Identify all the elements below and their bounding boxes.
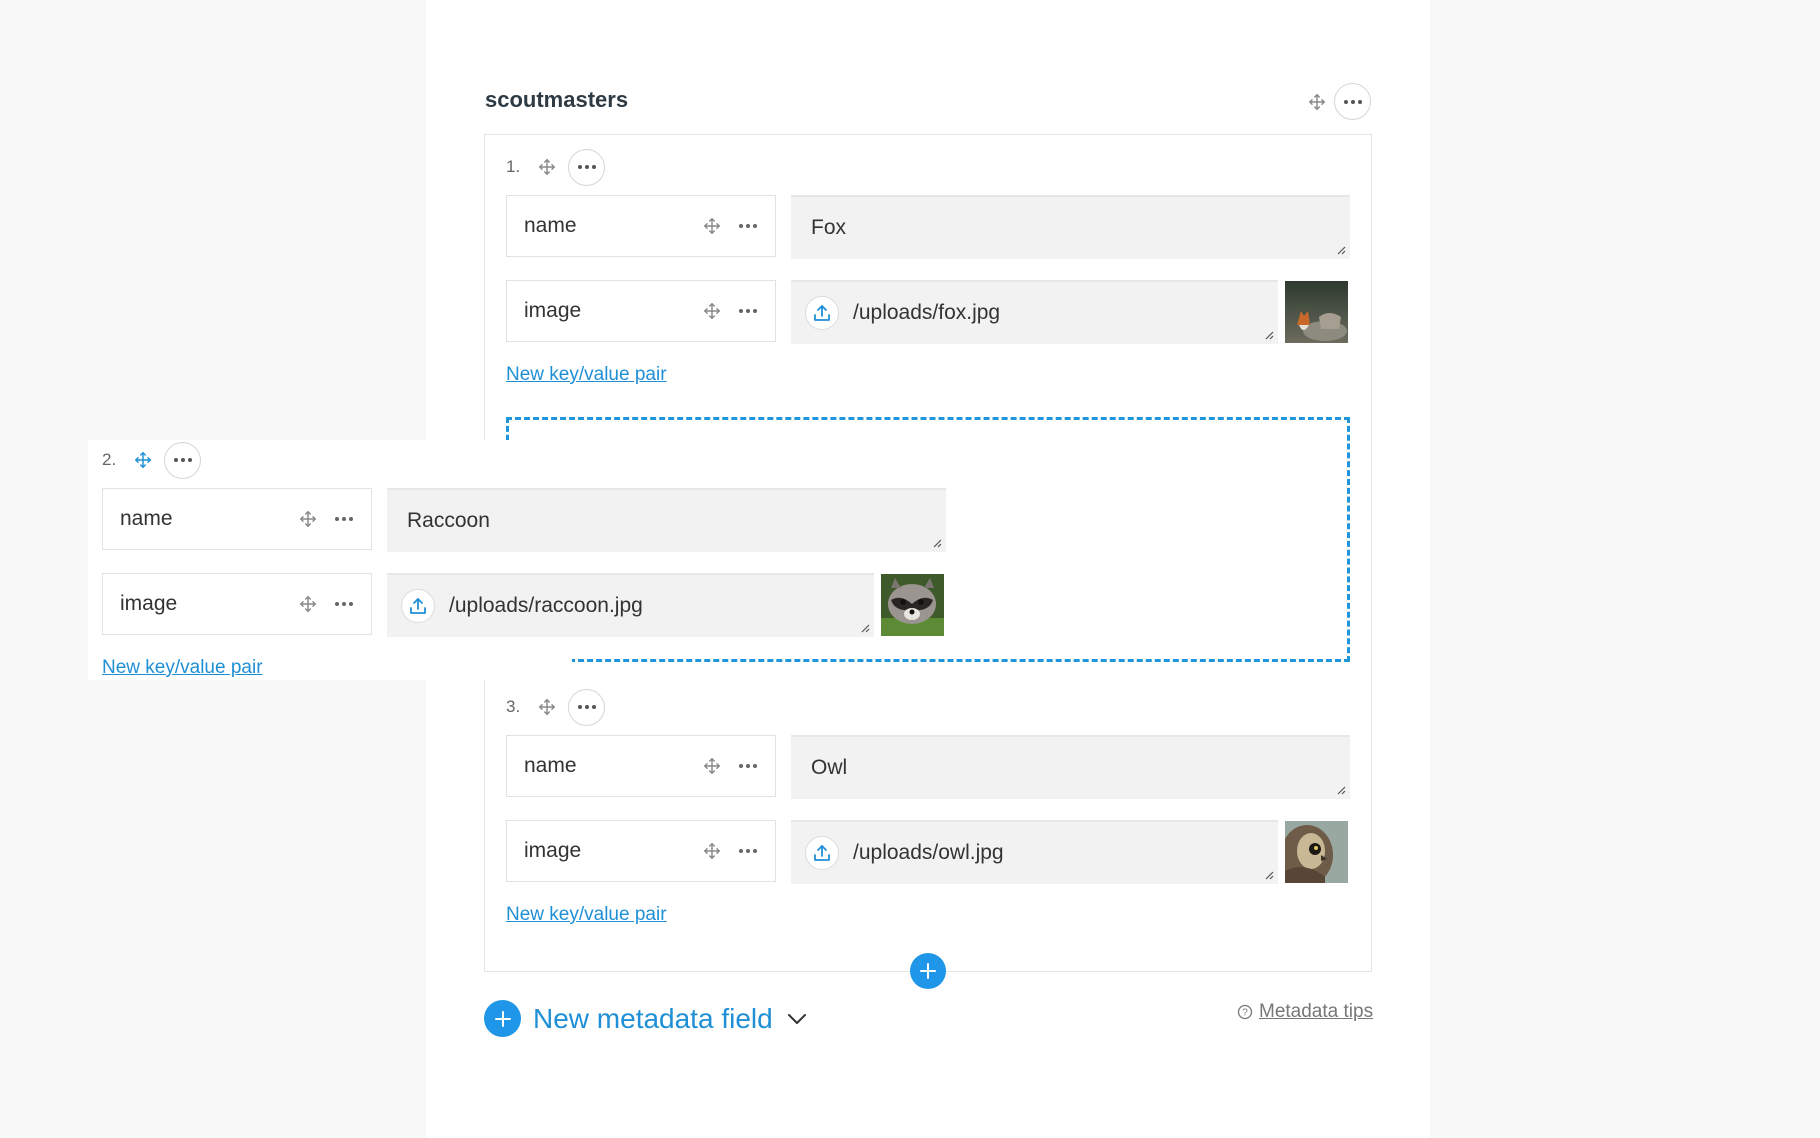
- value-text: Owl: [811, 756, 848, 779]
- key-move-icon[interactable]: [297, 508, 319, 530]
- key-field-image[interactable]: image: [506, 280, 776, 342]
- owl-thumbnail[interactable]: [1285, 821, 1348, 883]
- resize-grip-icon[interactable]: [1264, 330, 1274, 340]
- key-more-icon[interactable]: [739, 309, 757, 313]
- plus-icon: [484, 1000, 521, 1037]
- plus-icon: [920, 963, 936, 979]
- item-move-icon[interactable]: [536, 156, 558, 178]
- item-number: 1.: [506, 157, 521, 176]
- key-more-icon[interactable]: [739, 224, 757, 228]
- item-header: 3.: [506, 688, 605, 726]
- item-header: 1.: [506, 148, 605, 186]
- value-text: Raccoon: [407, 509, 490, 532]
- value-text: /uploads/fox.jpg: [853, 301, 1001, 324]
- key-label: image: [120, 592, 178, 615]
- more-dots-icon: [577, 165, 596, 169]
- key-move-icon[interactable]: [701, 300, 723, 322]
- key-move-icon[interactable]: [701, 215, 723, 237]
- key-label: name: [524, 754, 577, 777]
- svg-text:?: ?: [1242, 1008, 1248, 1019]
- new-key-value-link[interactable]: New key/value pair: [506, 364, 667, 386]
- key-label: name: [524, 214, 577, 237]
- resize-grip-icon[interactable]: [1336, 785, 1346, 795]
- value-field-name[interactable]: Raccoon: [387, 488, 946, 552]
- item-more-button[interactable]: [568, 148, 605, 186]
- section-more-button[interactable]: [1334, 83, 1371, 120]
- metadata-tips-link[interactable]: ? Metadata tips: [1237, 1001, 1373, 1023]
- value-field-name[interactable]: Fox: [791, 195, 1350, 259]
- item-header: 2.: [102, 441, 201, 479]
- upload-icon[interactable]: [805, 836, 839, 870]
- value-field-image[interactable]: /uploads/fox.jpg: [791, 280, 1278, 344]
- value-field-name[interactable]: Owl: [791, 735, 1350, 799]
- item-number: 2.: [102, 450, 117, 469]
- section-title: scoutmasters: [485, 87, 629, 112]
- new-metadata-field-label: New metadata field: [533, 1002, 773, 1034]
- value-text: /uploads/raccoon.jpg: [449, 594, 643, 617]
- key-move-icon[interactable]: [701, 755, 723, 777]
- metadata-tips-label: Metadata tips: [1259, 1001, 1374, 1022]
- more-dots-icon: [173, 458, 192, 462]
- new-key-value-link[interactable]: New key/value pair: [506, 904, 667, 926]
- upload-icon[interactable]: [401, 589, 435, 623]
- raccoon-thumbnail[interactable]: [881, 574, 944, 636]
- new-key-value-link[interactable]: New key/value pair: [102, 657, 263, 679]
- item-number: 3.: [506, 697, 521, 716]
- resize-grip-icon[interactable]: [1336, 245, 1346, 255]
- key-field-image[interactable]: image: [102, 573, 372, 635]
- item-more-button[interactable]: [164, 441, 201, 479]
- value-text: /uploads/owl.jpg: [853, 841, 1004, 864]
- more-dots-icon: [1343, 99, 1362, 104]
- key-field-name[interactable]: name: [506, 735, 776, 797]
- key-move-icon[interactable]: [297, 593, 319, 615]
- chevron-down-icon[interactable]: [785, 1007, 809, 1031]
- key-field-name[interactable]: name: [506, 195, 776, 257]
- key-field-name[interactable]: name: [102, 488, 372, 550]
- upload-icon[interactable]: [805, 296, 839, 330]
- add-item-button[interactable]: [910, 953, 946, 989]
- key-label: image: [524, 839, 582, 862]
- key-more-icon[interactable]: [739, 849, 757, 853]
- key-label: name: [120, 507, 173, 530]
- more-dots-icon: [577, 705, 596, 709]
- key-label: image: [524, 299, 582, 322]
- fox-thumbnail[interactable]: [1285, 281, 1348, 343]
- value-field-image[interactable]: /uploads/raccoon.jpg: [387, 573, 874, 637]
- resize-grip-icon[interactable]: [860, 623, 870, 633]
- new-metadata-field-button[interactable]: New metadata field: [484, 1000, 809, 1037]
- key-more-icon[interactable]: [335, 602, 353, 606]
- key-more-icon[interactable]: [739, 764, 757, 768]
- item-move-icon[interactable]: [536, 696, 558, 718]
- key-more-icon[interactable]: [335, 517, 353, 521]
- item-more-button[interactable]: [568, 688, 605, 726]
- resize-grip-icon[interactable]: [932, 538, 942, 548]
- value-field-image[interactable]: /uploads/owl.jpg: [791, 820, 1278, 884]
- help-circle-icon: ?: [1237, 1004, 1253, 1020]
- item-move-icon[interactable]: [132, 449, 154, 471]
- section-move-icon[interactable]: [1306, 91, 1328, 113]
- key-move-icon[interactable]: [701, 840, 723, 862]
- resize-grip-icon[interactable]: [1264, 870, 1274, 880]
- value-text: Fox: [811, 216, 847, 239]
- key-field-image[interactable]: image: [506, 820, 776, 882]
